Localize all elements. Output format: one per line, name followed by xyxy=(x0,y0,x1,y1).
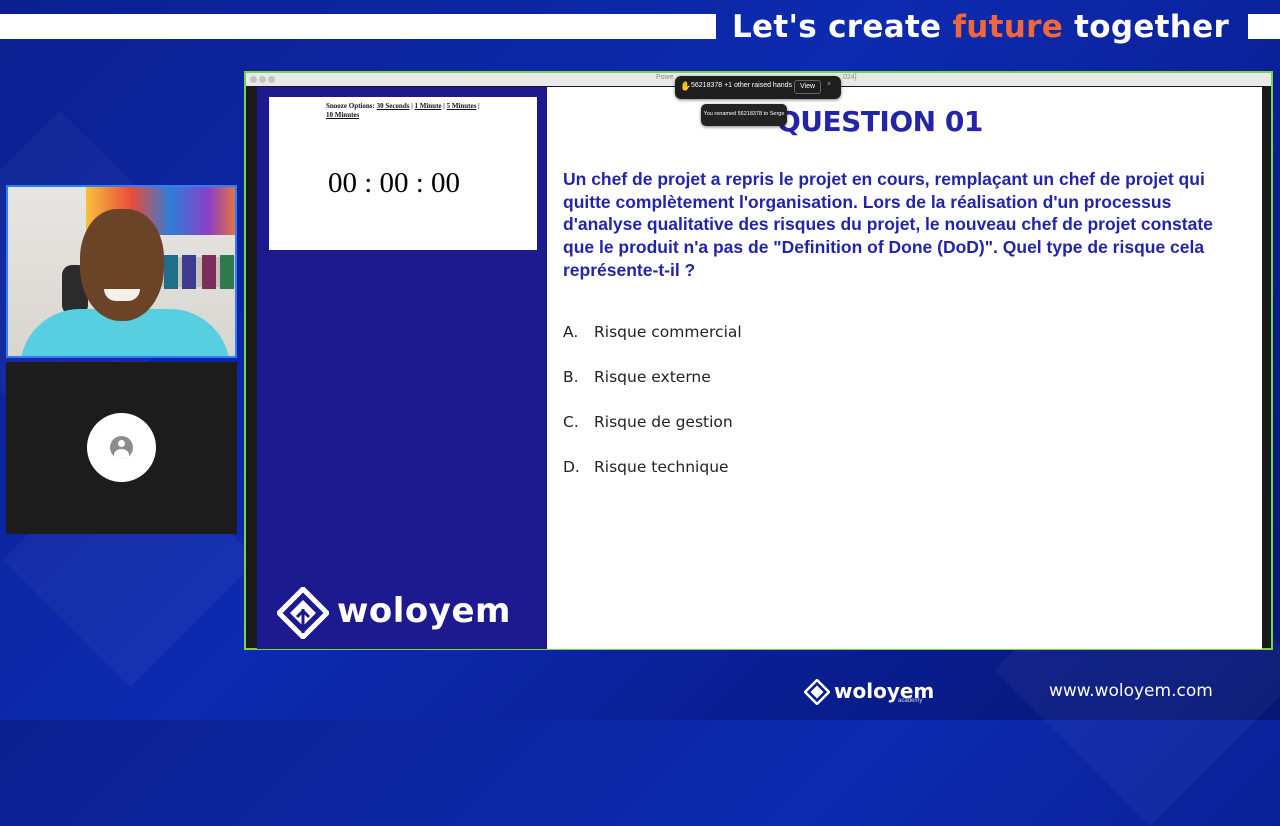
close-window-icon[interactable] xyxy=(250,76,257,83)
answer-option-a: A. Risque commercial xyxy=(563,323,1163,368)
raised-hand-icon: ✋ xyxy=(680,81,692,91)
answer-text: Risque externe xyxy=(594,368,711,386)
woloyem-logo-icon xyxy=(804,679,830,705)
answer-letter: C. xyxy=(563,413,579,431)
woloyem-logo-icon xyxy=(277,587,329,639)
window-title-suffix: 024] xyxy=(843,74,857,81)
answer-text: Risque de gestion xyxy=(594,413,733,431)
presentation-slide: Snooze Options: 30 Seconds | 1 Minute | … xyxy=(257,87,1262,649)
snooze-option-30-seconds[interactable]: 30 Seconds xyxy=(377,102,410,110)
avatar xyxy=(87,413,156,482)
answer-option-b: B. Risque externe xyxy=(563,368,1163,413)
background-book xyxy=(202,255,216,289)
answer-text: Risque commercial xyxy=(594,323,742,341)
maximize-window-icon[interactable] xyxy=(268,76,275,83)
participant-head xyxy=(80,209,164,321)
close-icon[interactable]: × xyxy=(827,81,831,88)
banner-title-accent: future xyxy=(952,9,1064,45)
answer-list: A. Risque commercial B. Risque externe C. R… xyxy=(563,323,1163,503)
answer-letter: A. xyxy=(563,323,579,341)
view-raised-hands-button[interactable]: View xyxy=(794,80,821,94)
minimize-window-icon[interactable] xyxy=(259,76,266,83)
shared-screen-window[interactable]: Powe 024] Snooze Options: 30 Seconds | 1… xyxy=(244,71,1273,650)
raised-hands-notification: ✋ 56218378 +1 other raised hands View × xyxy=(675,76,841,99)
banner-stripe-right xyxy=(1248,14,1280,39)
snooze-options: Snooze Options: 30 Seconds | 1 Minute | … xyxy=(326,102,506,120)
snooze-label: Snooze Options: xyxy=(326,102,375,110)
person-avatar-icon xyxy=(110,436,133,459)
background-book xyxy=(182,255,196,289)
snooze-option-10-minutes[interactable]: 10 Minutes xyxy=(326,111,359,119)
answer-option-c: C. Risque de gestion xyxy=(563,413,1163,458)
snooze-option-5-minutes[interactable]: 5 Minutes xyxy=(447,102,477,110)
background-book xyxy=(164,255,178,289)
banner-title-end: together xyxy=(1063,9,1230,45)
question-text: Un chef de projet a repris le projet en … xyxy=(563,169,1213,280)
snooze-option-1-minute[interactable]: 1 Minute xyxy=(414,102,441,110)
slide-left-panel: Snooze Options: 30 Seconds | 1 Minute | … xyxy=(257,87,547,649)
answer-text: Risque technique xyxy=(594,458,729,476)
snooze-separator: | xyxy=(476,102,480,110)
question-title: QUESTION 01 xyxy=(777,105,983,138)
banner-stripe-left xyxy=(0,14,716,39)
rename-notification-text: You renamed 56218378 to Serge xyxy=(703,111,785,117)
participant-avatar-tile[interactable] xyxy=(6,362,237,534)
window-title: Powe xyxy=(656,74,674,81)
rename-notification: You renamed 56218378 to Serge xyxy=(701,104,787,126)
footer-url[interactable]: www.woloyem.com xyxy=(1049,681,1213,701)
footer-brand-sub: academy xyxy=(898,698,923,704)
answer-letter: D. xyxy=(563,458,580,476)
zoom-meeting-screen: { "banner": { "title_before": "Let's cre… xyxy=(0,0,1280,826)
timer-widget: Snooze Options: 30 Seconds | 1 Minute | … xyxy=(269,97,537,250)
background-book xyxy=(220,255,234,289)
brand-wordmark: woloyem xyxy=(337,591,511,631)
banner-title: Let's create future together xyxy=(732,2,1229,52)
banner-title-start: Let's create xyxy=(732,9,953,45)
timer-display: 00 : 00 : 00 xyxy=(327,167,461,199)
answer-option-d: D. Risque technique xyxy=(563,458,1163,503)
participant-video-tile[interactable] xyxy=(6,185,237,358)
answer-letter: B. xyxy=(563,368,579,386)
raised-hands-text: 56218378 +1 other raised hands xyxy=(691,82,792,89)
